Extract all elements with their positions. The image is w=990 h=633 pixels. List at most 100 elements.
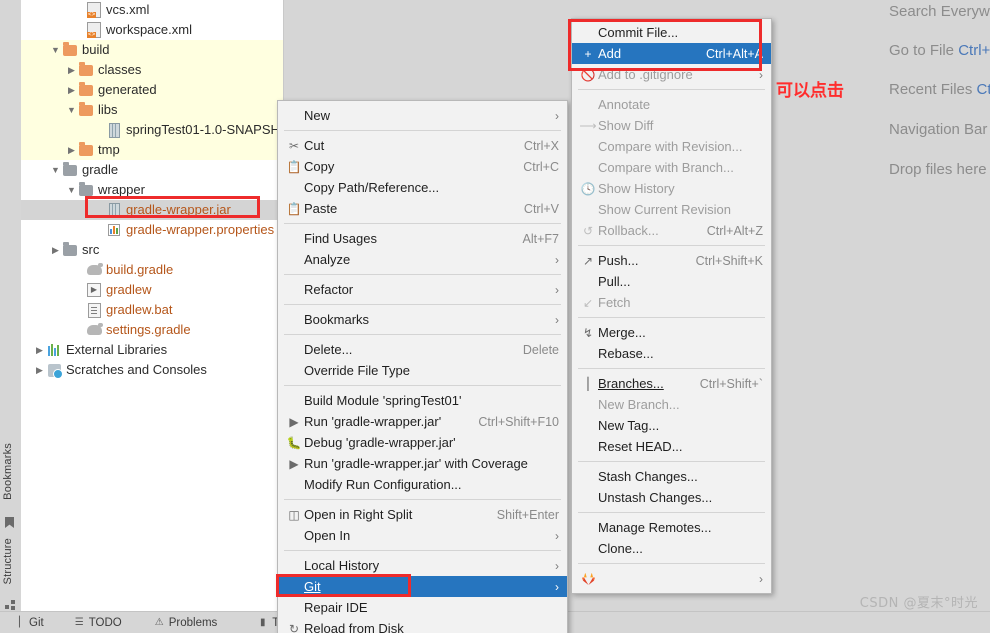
external-libraries-icon — [46, 342, 62, 358]
menu-item-run-with-coverage[interactable]: ▶ Run 'gradle-wrapper.jar' with Coverage — [278, 453, 567, 474]
git-menu-item-pull[interactable]: Pull... — [572, 271, 771, 292]
chevron-down-icon[interactable]: ▼ — [49, 40, 62, 60]
tree-item-gradle-wrapper-properties[interactable]: gradle-wrapper.properties — [21, 220, 283, 240]
menu-item-build-module[interactable]: Build Module 'springTest01' — [278, 390, 567, 411]
git-menu-item-branches[interactable]: ⎮ Branches... Ctrl+Shift+` — [572, 373, 771, 394]
menu-separator — [284, 334, 561, 335]
menu-item-debug[interactable]: 🐛 Debug 'gradle-wrapper.jar' — [278, 432, 567, 453]
menu-item-open-in-right-split[interactable]: ◫ Open in Right Split Shift+Enter — [278, 504, 567, 525]
git-menu-item-merge[interactable]: ↯ Merge... — [572, 322, 771, 343]
menu-item-reload-from-disk[interactable]: ↻ Reload from Disk — [278, 618, 567, 633]
menu-item-delete[interactable]: Delete... Delete — [278, 339, 567, 360]
git-menu-item-rollback[interactable]: ↺ Rollback... Ctrl+Alt+Z — [572, 220, 771, 241]
tree-item-gradlew-bat[interactable]: gradlew.bat — [21, 300, 283, 320]
git-submenu[interactable]: Commit File... + Add Ctrl+Alt+A 🚫 Add to… — [571, 18, 772, 594]
tree-item-vcs-xml[interactable]: vcs.xml — [21, 0, 283, 20]
clipboard-icon: 📋 — [286, 201, 302, 216]
git-menu-item-compare-with-branch[interactable]: Compare with Branch... — [572, 157, 771, 178]
tree-item-springtest-jar[interactable]: springTest01-1.0-SNAPSHOT.jar — [21, 120, 283, 140]
git-menu-item-unstash-changes[interactable]: Unstash Changes... — [572, 487, 771, 508]
tree-item-classes[interactable]: ▶ classes — [21, 60, 283, 80]
git-menu-item-reset-head[interactable]: Reset HEAD... — [572, 436, 771, 457]
menu-item-copy-path-reference[interactable]: Copy Path/Reference... — [278, 177, 567, 198]
chevron-right-icon[interactable]: ▶ — [33, 340, 46, 360]
folder-gray-icon — [78, 181, 94, 198]
git-menu-item-clone[interactable]: Clone... — [572, 538, 771, 559]
menu-item-new[interactable]: New › — [278, 105, 567, 126]
menu-item-refactor[interactable]: Refactor › — [278, 279, 567, 300]
menu-item-accel: Delete — [522, 342, 559, 357]
bottom-item-label: TODO — [88, 616, 122, 629]
chevron-right-icon[interactable]: ▶ — [49, 240, 62, 260]
menu-item-local-history[interactable]: Local History › — [278, 555, 567, 576]
tree-item-libs[interactable]: ▼ libs — [21, 100, 283, 120]
git-menu-item-new-branch[interactable]: New Branch... — [572, 394, 771, 415]
menu-item-copy[interactable]: 📋 Copy Ctrl+C — [278, 156, 567, 177]
menu-item-override-file-type[interactable]: Override File Type — [278, 360, 567, 381]
reload-icon: ↻ — [288, 621, 300, 633]
menu-item-analyze[interactable]: Analyze › — [278, 249, 567, 270]
bookmark-icon[interactable] — [5, 515, 16, 528]
git-menu-item-push[interactable]: ↗ Push... Ctrl+Shift+K — [572, 250, 771, 271]
tree-item-wrapper[interactable]: ▼ wrapper — [21, 180, 283, 200]
structure-icon[interactable] — [5, 598, 16, 610]
menu-item-label: Copy — [304, 159, 335, 174]
menu-item-find-usages[interactable]: Find Usages Alt+F7 — [278, 228, 567, 249]
chevron-down-icon[interactable]: ▼ — [65, 180, 78, 200]
tree-item-settings-gradle[interactable]: settings.gradle — [21, 320, 283, 340]
chevron-right-icon[interactable]: ▶ — [65, 140, 78, 160]
menu-item-paste[interactable]: 📋 Paste Ctrl+V — [278, 198, 567, 219]
tree-item-workspace-xml[interactable]: workspace.xml — [21, 20, 283, 40]
git-menu-item-fetch[interactable]: ↙ Fetch — [572, 292, 771, 313]
bottom-item-todo[interactable]: ☰ TODO — [74, 617, 122, 629]
tree-item-src[interactable]: ▶ src — [21, 240, 283, 260]
git-menu-item-show-current-revision[interactable]: Show Current Revision — [572, 199, 771, 220]
tree-item-build-gradle[interactable]: build.gradle — [21, 260, 283, 280]
git-menu-item-annotate[interactable]: Annotate — [572, 94, 771, 115]
tree-item-external-libraries[interactable]: ▶ External Libraries — [21, 340, 283, 360]
tool-window-bookmarks[interactable]: Bookmarks — [2, 443, 14, 500]
chevron-right-icon[interactable]: ▶ — [65, 80, 78, 100]
clock-icon: 🕓 — [580, 181, 596, 196]
git-menu-item-git-lab[interactable]: › — [572, 568, 771, 589]
bottom-item-git[interactable]: ⎮ Git — [14, 617, 44, 629]
git-menu-item-stash-changes[interactable]: Stash Changes... — [572, 466, 771, 487]
tree-item-gradlew[interactable]: ▶ gradlew — [21, 280, 283, 300]
git-menu-item-add-to-gitignore[interactable]: 🚫 Add to .gitignore › — [572, 64, 771, 85]
tree-item-generated[interactable]: ▶ generated — [21, 80, 283, 100]
git-menu-item-show-diff[interactable]: ⟶ Show Diff — [572, 115, 771, 136]
tree-item-build[interactable]: ▼ build — [21, 40, 283, 60]
tree-item-scratches-consoles[interactable]: ▶ Scratches and Consoles — [21, 360, 283, 380]
tree-item-gradle-wrapper-jar[interactable]: gradle-wrapper.jar — [21, 200, 283, 220]
context-menu[interactable]: New › ✂ Cut Ctrl+X 📋 Copy Ctrl+C Copy Pa… — [277, 100, 568, 633]
tool-window-structure[interactable]: Structure — [2, 538, 14, 584]
git-menu-item-manage-remotes[interactable]: Manage Remotes... — [572, 517, 771, 538]
chevron-right-icon[interactable]: ▶ — [65, 60, 78, 80]
left-tool-strip: Structure Bookmarks — [0, 0, 22, 633]
chevron-down-icon[interactable]: ▼ — [49, 160, 62, 180]
bottom-item-problems[interactable]: ⚠ Problems — [154, 617, 218, 629]
git-menu-item-compare-with-revision[interactable]: Compare with Revision... — [572, 136, 771, 157]
tree-item-gradle[interactable]: ▼ gradle — [21, 160, 283, 180]
chevron-down-icon[interactable]: ▼ — [65, 100, 78, 120]
menu-item-run[interactable]: ▶ Run 'gradle-wrapper.jar' Ctrl+Shift+F1… — [278, 411, 567, 432]
menu-item-repair-ide[interactable]: Repair IDE — [278, 597, 567, 618]
git-menu-item-add[interactable]: + Add Ctrl+Alt+A — [572, 43, 771, 64]
menu-item-open-in[interactable]: Open In › — [278, 525, 567, 546]
project-tree-panel[interactable]: vcs.xml workspace.xml ▼ build ▶ classes … — [21, 0, 284, 612]
chevron-right-icon[interactable]: ▶ — [33, 360, 46, 380]
menu-item-label: New — [304, 108, 331, 123]
menu-item-bookmarks[interactable]: Bookmarks › — [278, 309, 567, 330]
git-menu-item-show-history[interactable]: 🕓 Show History — [572, 178, 771, 199]
git-menu-item-rebase[interactable]: Rebase... — [572, 343, 771, 364]
git-menu-item-commit-file[interactable]: Commit File... — [572, 22, 771, 43]
git-menu-item-new-tag[interactable]: New Tag... — [572, 415, 771, 436]
menu-item-label: Repair IDE — [304, 600, 368, 615]
menu-item-modify-run-configuration[interactable]: Modify Run Configuration... — [278, 474, 567, 495]
tree-item-tmp[interactable]: ▶ tmp — [21, 140, 283, 160]
menu-item-label: Run 'gradle-wrapper.jar' with Coverage — [304, 456, 528, 471]
scissors-icon: ✂ — [288, 138, 300, 153]
menu-item-cut[interactable]: ✂ Cut Ctrl+X — [278, 135, 567, 156]
menu-separator — [578, 317, 765, 318]
menu-item-git[interactable]: Git › — [278, 576, 567, 597]
